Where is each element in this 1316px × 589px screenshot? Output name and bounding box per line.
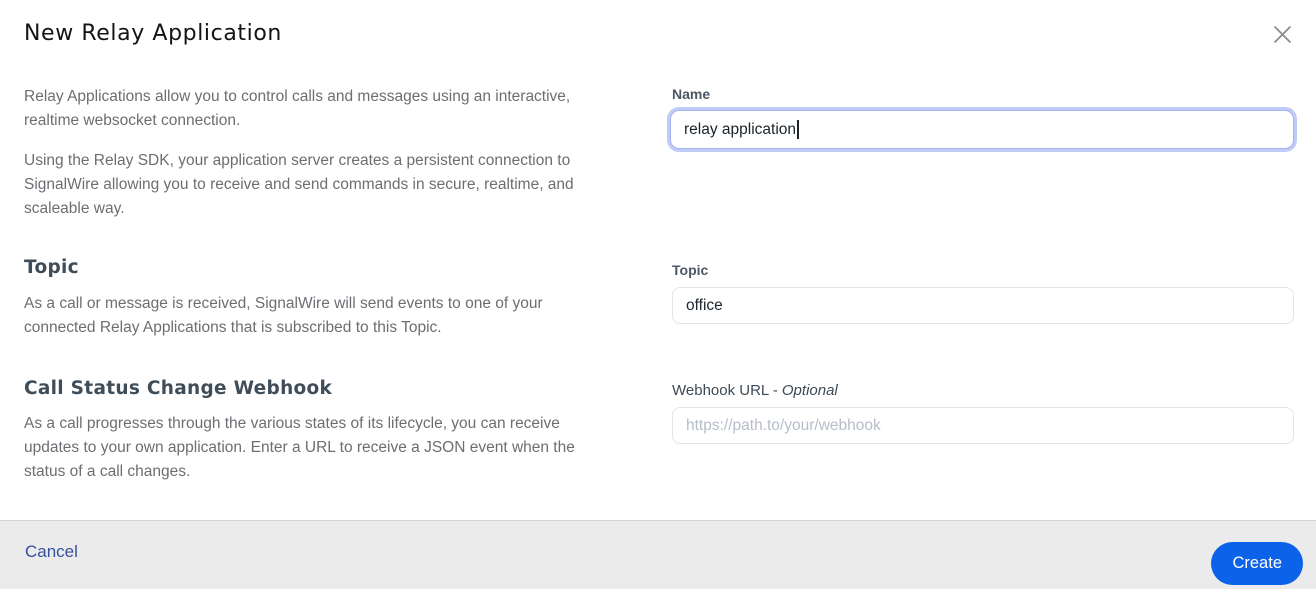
- name-input[interactable]: relay application: [670, 110, 1294, 149]
- dialog-footer: Cancel Create: [0, 520, 1316, 589]
- webhook-section-description: As a call progresses through the various…: [24, 415, 575, 480]
- name-label: Name: [672, 86, 711, 102]
- webhook-section-heading: Call Status Change Webhook: [24, 378, 333, 399]
- close-button[interactable]: [1264, 16, 1300, 52]
- close-icon: [1273, 25, 1291, 43]
- text-caret: [797, 120, 799, 139]
- webhook-url-label: Webhook URL - Optional: [672, 382, 838, 399]
- create-button[interactable]: Create: [1211, 542, 1303, 585]
- page-title: New Relay Application: [24, 21, 282, 46]
- topic-input[interactable]: [672, 287, 1294, 324]
- intro-text: Relay Applications allow you to control …: [24, 85, 616, 237]
- topic-label: Topic: [672, 262, 709, 278]
- topic-section-description: As a call or message is received, Signal…: [24, 295, 543, 336]
- cancel-button[interactable]: Cancel: [25, 542, 78, 562]
- webhook-url-label-text: Webhook URL -: [672, 382, 778, 399]
- name-input-value: relay application: [684, 120, 797, 138]
- webhook-url-input[interactable]: [672, 407, 1294, 444]
- intro-paragraph-2: Using the Relay SDK, your application se…: [24, 152, 574, 217]
- webhook-url-optional-text: Optional: [781, 382, 838, 399]
- topic-section-heading: Topic: [24, 257, 79, 278]
- intro-paragraph-1: Relay Applications allow you to control …: [24, 88, 571, 129]
- new-relay-application-dialog: New Relay Application Relay Applications…: [0, 0, 1316, 589]
